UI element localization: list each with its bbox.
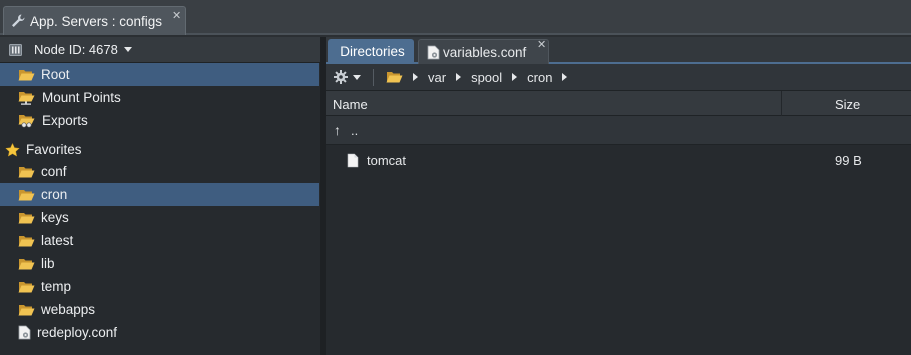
folder-open-icon	[18, 68, 35, 82]
tree-item-mount-points[interactable]: Mount Points	[0, 86, 319, 109]
tree-item-label: Mount Points	[42, 90, 121, 105]
window-tab[interactable]: App. Servers : configs ✕	[3, 6, 186, 35]
tree-item-keys[interactable]: keys	[0, 206, 319, 229]
tree-item-label: conf	[41, 164, 67, 179]
tab-variables-conf[interactable]: variables.conf ✕	[418, 39, 549, 64]
config-file-icon	[18, 325, 31, 340]
column-size-header[interactable]: Size	[835, 97, 860, 112]
gear-icon[interactable]	[334, 70, 348, 84]
tree-item-label: lib	[41, 256, 55, 271]
tab-close-button[interactable]: ✕	[537, 38, 546, 51]
path-separator-icon	[456, 73, 462, 81]
file-icon	[347, 153, 359, 168]
path-separator-icon	[413, 73, 418, 81]
tree-item-label: Root	[41, 67, 70, 82]
table-row[interactable]: tomcat 99 B	[326, 145, 911, 174]
mount-folder-icon	[18, 90, 36, 105]
folder-open-icon[interactable]	[386, 70, 403, 84]
tree-item-label: redeploy.conf	[37, 325, 118, 340]
file-list-header: Name Size	[326, 91, 911, 116]
tree-item-temp[interactable]: temp	[0, 275, 319, 298]
tree-item-label: cron	[41, 187, 68, 202]
parent-directory-row[interactable]: ↑ ..	[326, 116, 911, 145]
file-size: 99 B	[835, 153, 862, 168]
right-panel: Directories variables.conf ✕ var spool c…	[326, 37, 911, 355]
folder-icon	[18, 234, 35, 248]
folder-icon	[18, 211, 35, 225]
tab-directories-label: Directories	[340, 44, 405, 59]
tree-item-root[interactable]: Root	[0, 63, 319, 86]
tree-item-latest[interactable]: latest	[0, 229, 319, 252]
tree-item-exports[interactable]: Exports	[0, 109, 319, 132]
window-tab-close-button[interactable]: ✕	[172, 9, 181, 22]
chevron-down-icon[interactable]	[353, 74, 361, 80]
tree-item-conf[interactable]: conf	[0, 160, 319, 183]
folder-icon	[18, 165, 35, 179]
star-icon	[5, 142, 20, 157]
path-separator-icon	[512, 73, 518, 81]
column-divider[interactable]	[781, 91, 782, 116]
window-tab-title: App. Servers : configs	[30, 13, 163, 29]
tree-item-lib[interactable]: lib	[0, 252, 319, 275]
toolbar-divider	[373, 68, 374, 86]
export-folder-icon	[18, 113, 36, 128]
path-toolbar: var spool cron	[326, 64, 911, 91]
folder-icon	[18, 188, 35, 202]
file-name: tomcat	[367, 153, 407, 168]
server-node-icon	[9, 43, 22, 56]
tree-item-webapps[interactable]: webapps	[0, 298, 319, 321]
node-id-label: Node ID: 4678	[34, 42, 118, 57]
tree-item-favorites[interactable]: Favorites	[0, 138, 319, 161]
up-arrow-icon: ↑	[334, 122, 341, 138]
tree-item-label: latest	[41, 233, 74, 248]
folder-icon	[18, 257, 35, 271]
tree-item-label: webapps	[41, 302, 96, 317]
node-selector[interactable]: Node ID: 4678	[0, 37, 320, 63]
tree-item-label: Favorites	[26, 142, 82, 157]
column-name-header[interactable]: Name	[333, 97, 368, 112]
tree-item-label: temp	[41, 279, 72, 294]
tree-item-label: Exports	[42, 113, 88, 128]
wrench-icon	[12, 14, 25, 27]
tab-variables-conf-label: variables.conf	[443, 44, 527, 60]
folder-icon	[18, 303, 35, 317]
tab-directories[interactable]: Directories	[328, 39, 414, 64]
left-panel: Node ID: 4678 Root Mount Points Exports Fav…	[0, 37, 320, 355]
path-separator-icon	[562, 73, 568, 81]
tree-item-label: keys	[41, 210, 69, 225]
parent-directory-label: ..	[351, 123, 359, 138]
tree-item-cron[interactable]: cron	[0, 183, 319, 206]
chevron-down-icon[interactable]	[123, 47, 132, 52]
breadcrumb-spool[interactable]: spool	[471, 70, 502, 85]
content-tabbar: Directories variables.conf ✕	[326, 37, 911, 64]
window-tabbar: App. Servers : configs ✕	[0, 0, 911, 35]
folder-icon	[18, 280, 35, 294]
breadcrumb-var[interactable]: var	[428, 70, 446, 85]
tree-item-redeploy-conf[interactable]: redeploy.conf	[0, 321, 319, 344]
breadcrumb-cron[interactable]: cron	[527, 70, 552, 85]
config-file-icon	[427, 45, 440, 59]
